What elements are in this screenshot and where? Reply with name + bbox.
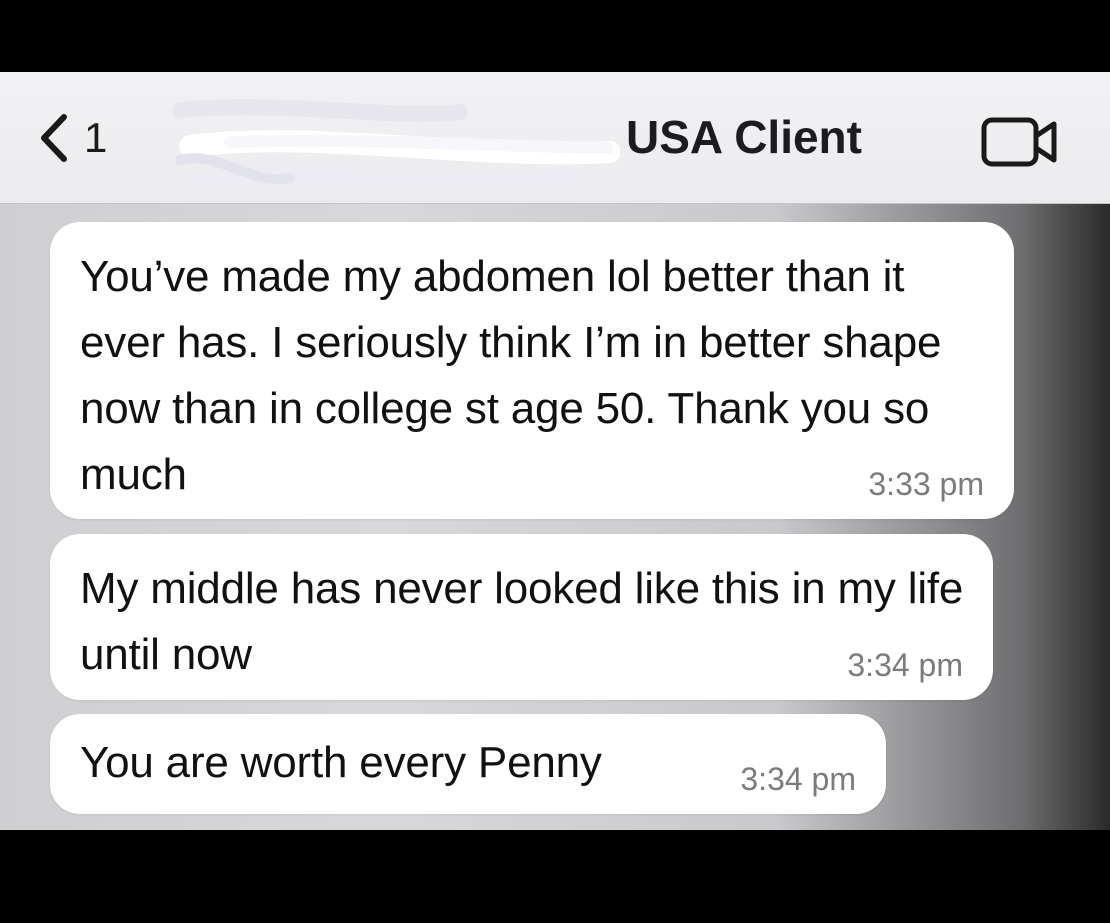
contact-name[interactable]: USA Client	[626, 112, 862, 163]
message-timestamp: 3:33 pm	[868, 466, 984, 502]
video-camera-icon[interactable]	[980, 114, 1060, 170]
message-bubble[interactable]: You are worth every Penny 3:34 pm	[50, 714, 886, 814]
chat-header: 1 USA Client	[0, 72, 1110, 204]
header-divider	[0, 203, 1110, 204]
bottom-black-bar	[0, 830, 1110, 923]
back-button[interactable]: 1	[36, 108, 107, 168]
message-timestamp: 3:34 pm	[847, 647, 963, 683]
message-text: My middle has never looked like this in …	[80, 564, 964, 679]
chat-screen: 1 USA Client You’ve made my abdomen lol …	[0, 72, 1110, 830]
message-timestamp: 3:34 pm	[740, 761, 856, 797]
message-bubble[interactable]: You’ve made my abdomen lol better than i…	[50, 222, 1014, 519]
redaction-scribble	[172, 99, 620, 191]
unread-count: 1	[84, 114, 108, 161]
message-bubble[interactable]: My middle has never looked like this in …	[50, 534, 993, 700]
message-text: You’ve made my abdomen lol better than i…	[80, 252, 942, 499]
top-black-bar	[0, 0, 1110, 72]
chevron-left-icon	[41, 114, 67, 162]
message-text: You are worth every Penny	[80, 738, 602, 787]
